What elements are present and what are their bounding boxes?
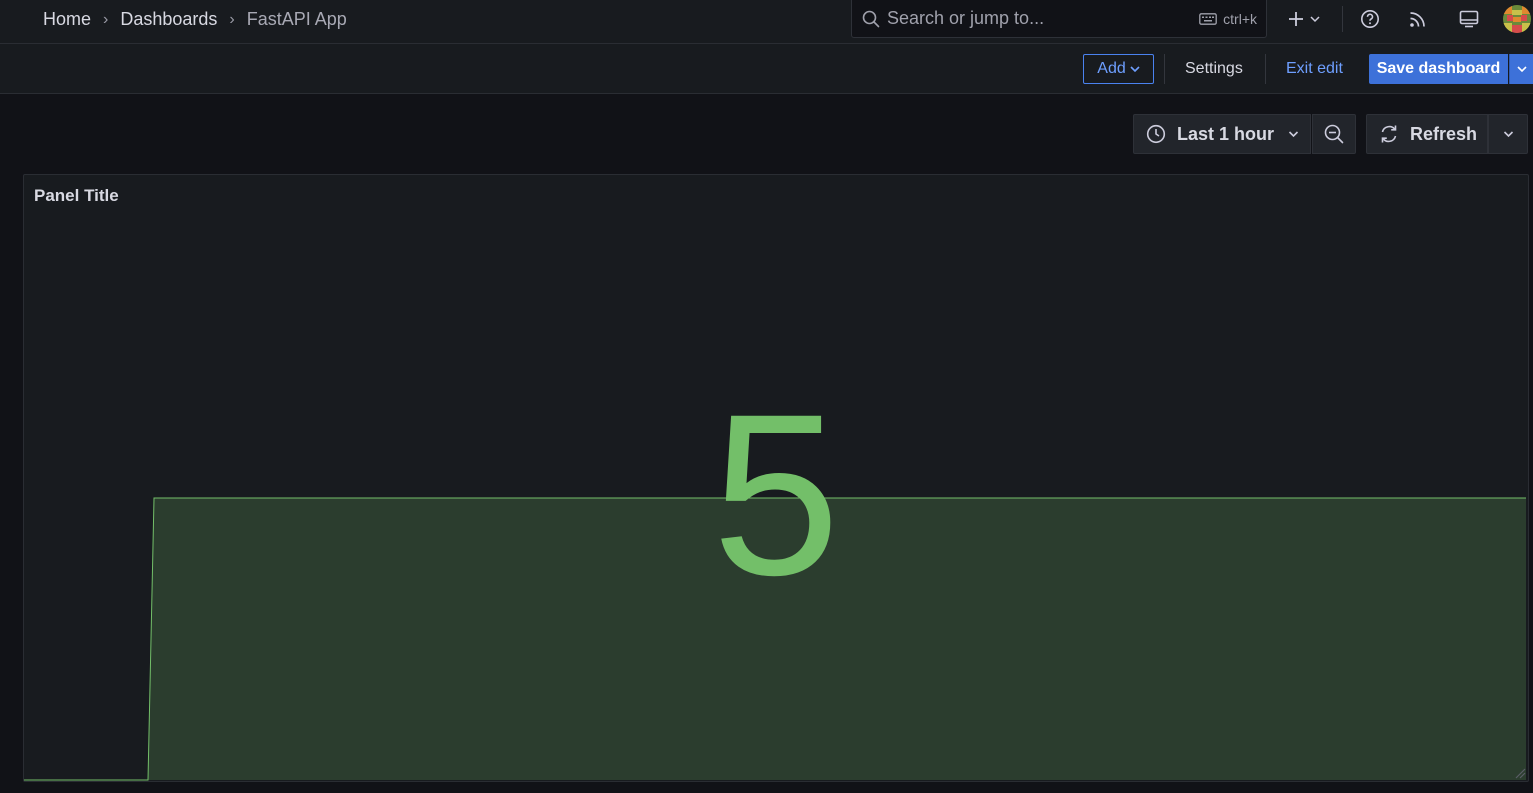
keyboard-icon: [1199, 12, 1218, 25]
top-nav-bar: Home › Dashboards › FastAPI App Search o…: [0, 0, 1533, 44]
plus-icon: [1289, 12, 1303, 26]
add-button-label: Add: [1097, 60, 1126, 77]
stat-panel[interactable]: Panel Title 5: [23, 174, 1529, 782]
time-range-label: Last 1 hour: [1177, 123, 1275, 144]
breadcrumb-current-dashboard: FastAPI App: [246, 9, 347, 29]
chevron-down-icon: [1130, 66, 1140, 73]
chevron-down-icon: [1516, 66, 1527, 73]
help-icon: [1361, 10, 1379, 28]
breadcrumb-dashboards[interactable]: Dashboards: [120, 9, 217, 30]
search-icon: [862, 10, 880, 27]
save-options-button[interactable]: [1509, 54, 1533, 84]
dashboard-edit-bar: Add Settings Exit edit Save dashboard: [0, 44, 1533, 94]
keyboard-shortcut-hint: ctrl+k: [1199, 11, 1257, 27]
help-button[interactable]: [1359, 8, 1381, 30]
resize-handle-icon[interactable]: [1514, 767, 1526, 779]
zoom-out-button[interactable]: [1312, 114, 1356, 154]
exit-edit-button[interactable]: Exit edit: [1276, 54, 1353, 84]
new-menu-button[interactable]: [1285, 8, 1323, 30]
save-dashboard-button[interactable]: Save dashboard: [1369, 54, 1508, 84]
time-range-picker[interactable]: Last 1 hour: [1133, 114, 1311, 154]
chevron-down-icon: [1503, 131, 1513, 138]
edit-bar-divider: [1164, 54, 1165, 84]
edit-bar-divider: [1265, 54, 1266, 84]
refresh-interval-picker[interactable]: [1488, 114, 1528, 154]
kiosk-icon: [1459, 10, 1479, 28]
search-input[interactable]: Search or jump to...: [887, 8, 1199, 29]
settings-button[interactable]: Settings: [1175, 54, 1253, 84]
clock-icon: [1146, 124, 1166, 144]
avatar[interactable]: [1503, 5, 1531, 33]
chevron-down-icon: [1310, 16, 1320, 23]
refresh-button[interactable]: Refresh: [1366, 114, 1488, 154]
refresh-icon: [1381, 125, 1397, 143]
breadcrumb-separator-icon: ›: [103, 10, 109, 28]
shortcut-label: ctrl+k: [1223, 10, 1257, 27]
rss-icon: [1410, 12, 1425, 27]
stat-value: 5: [712, 366, 840, 623]
toolbar-divider: [1342, 6, 1343, 32]
search-bar[interactable]: Search or jump to... ctrl+k: [851, 0, 1267, 38]
kiosk-mode-button[interactable]: [1458, 8, 1480, 30]
news-button[interactable]: [1407, 8, 1429, 30]
zoom-out-icon: [1324, 124, 1344, 144]
refresh-label: Refresh: [1410, 123, 1478, 144]
breadcrumb-separator-icon: ›: [229, 10, 235, 28]
chevron-down-icon: [1288, 131, 1299, 138]
breadcrumb-home[interactable]: Home: [43, 9, 91, 30]
avatar-icon: [1503, 5, 1531, 33]
breadcrumb: Home › Dashboards › FastAPI App: [43, 9, 347, 30]
add-button[interactable]: Add: [1083, 54, 1154, 84]
